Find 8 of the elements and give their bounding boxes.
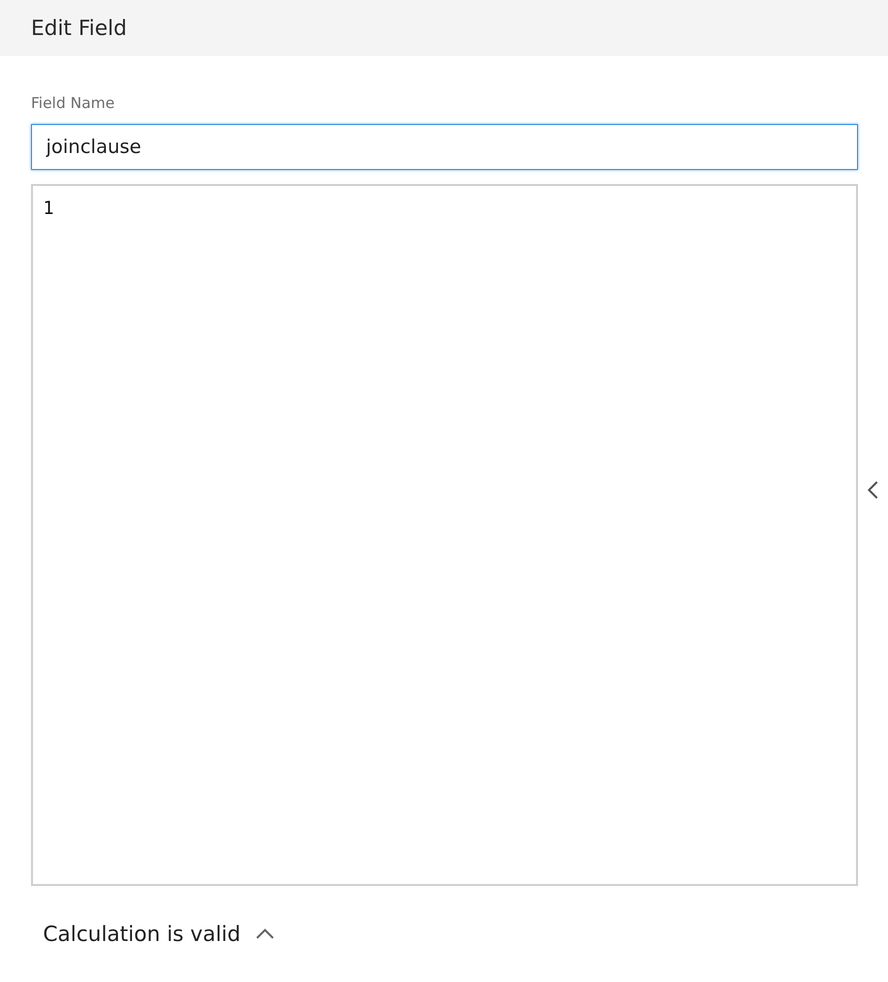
status-message: Calculation is valid [43, 922, 241, 946]
panel-title: Edit Field [31, 16, 127, 40]
field-label: Field Name [31, 94, 115, 112]
code-line: 1 [43, 198, 55, 219]
caret-up-icon[interactable] [254, 928, 275, 940]
code-editor[interactable]: 1 [31, 184, 858, 886]
chevron-left-icon[interactable] [867, 480, 879, 500]
field-name-input[interactable]: joinclause [31, 124, 858, 170]
